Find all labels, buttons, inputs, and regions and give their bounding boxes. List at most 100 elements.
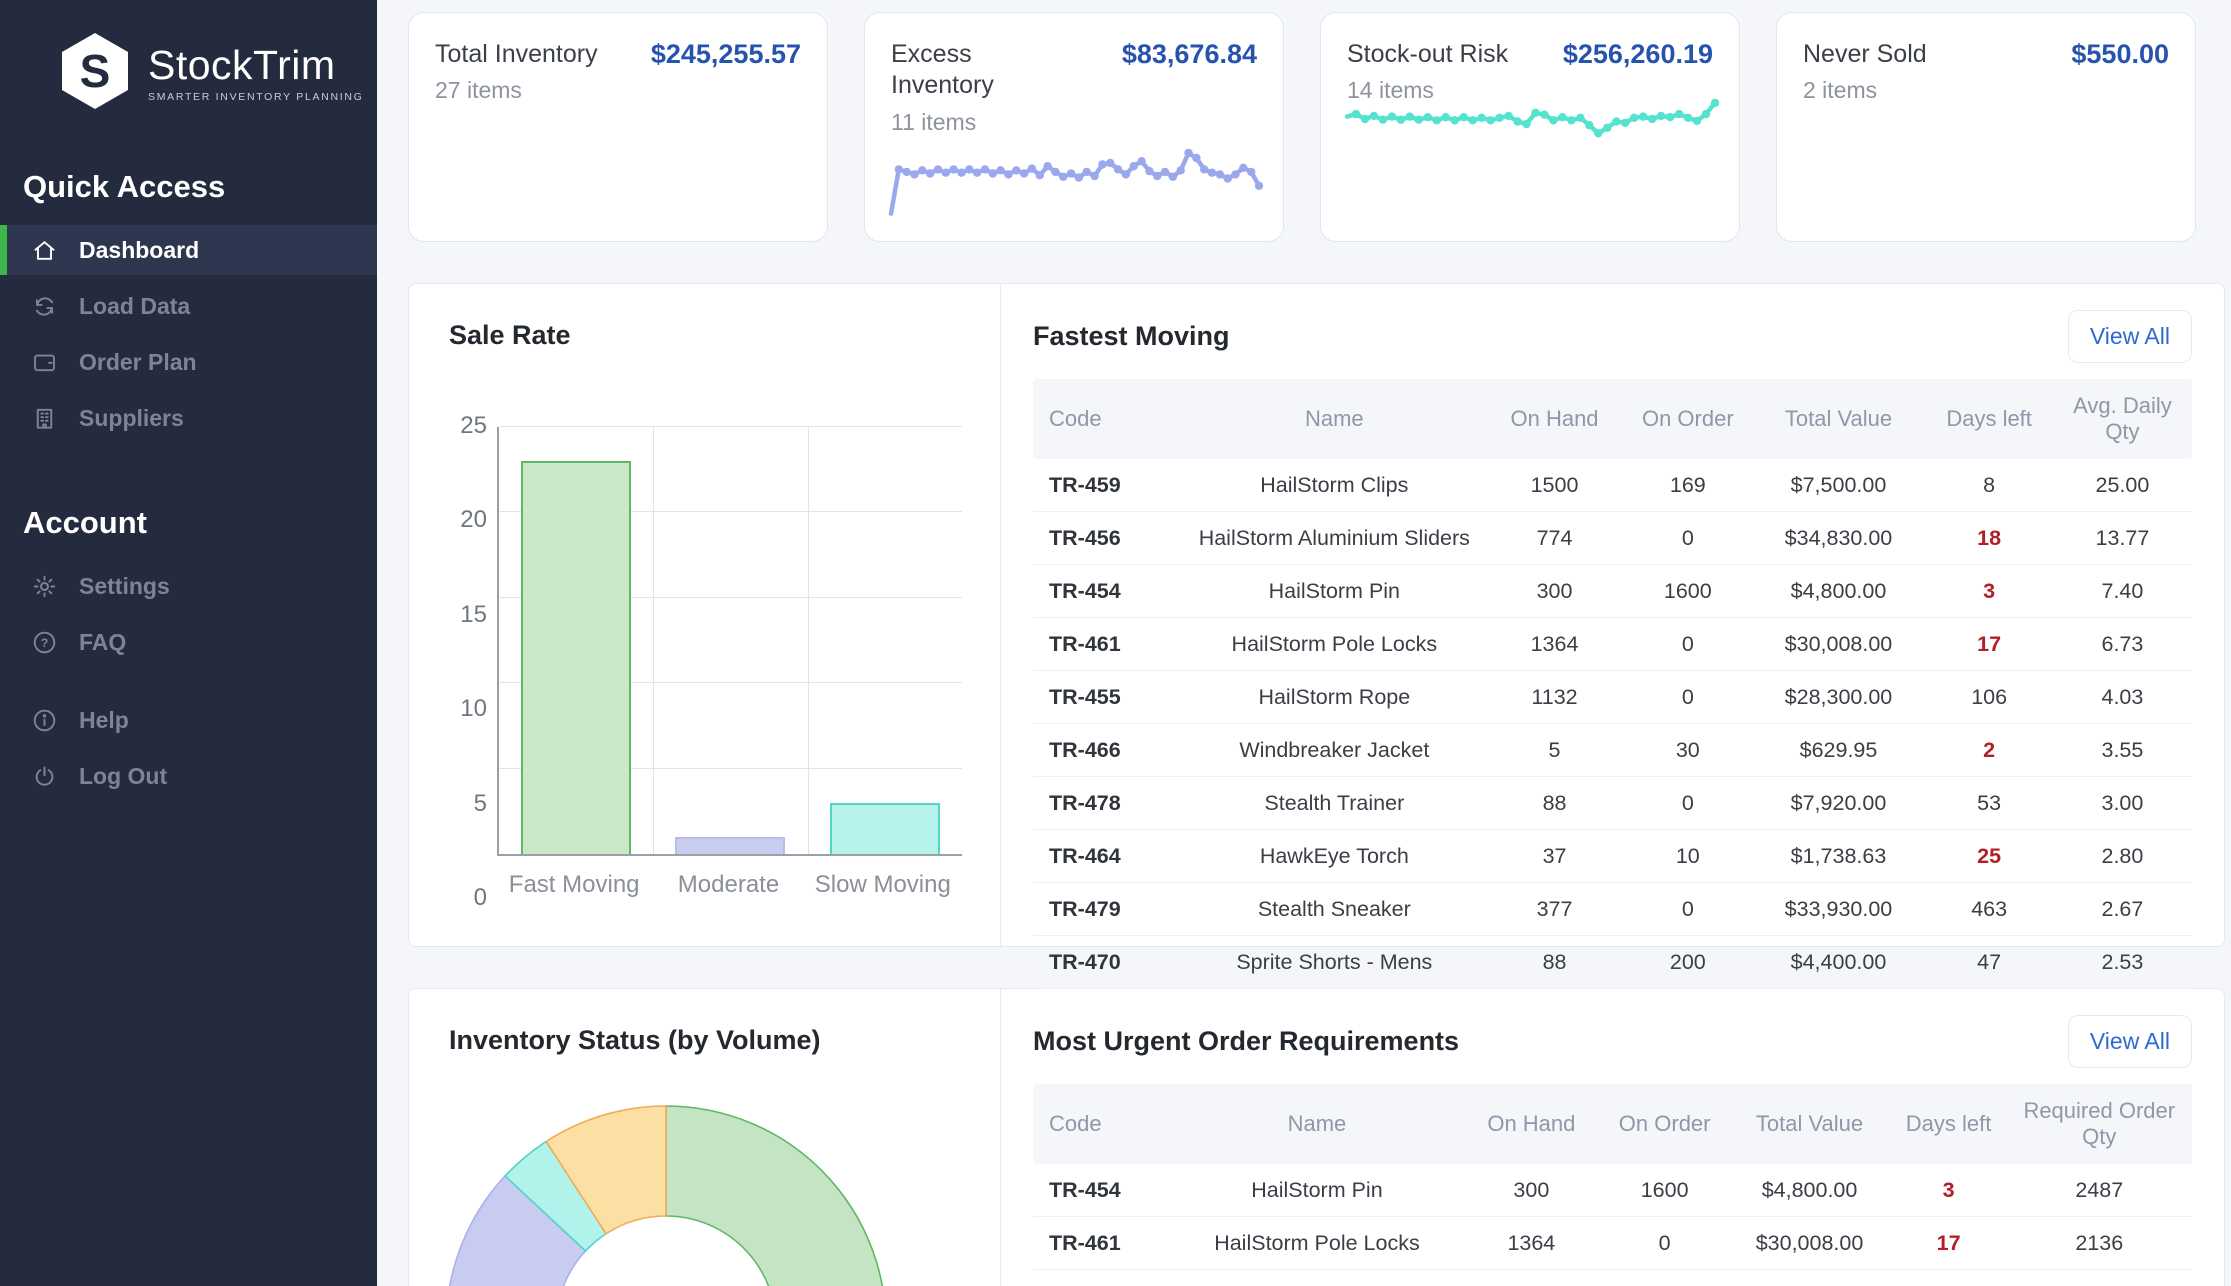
gear-icon xyxy=(31,573,58,600)
cell-total-value: $33,930.00 xyxy=(1751,882,1926,936)
sidebar-item-log-out[interactable]: Log Out xyxy=(0,751,377,801)
column-header: Code xyxy=(1033,1084,1173,1164)
card-title: Stock-out Risk xyxy=(1347,40,1509,68)
sale-rate-and-fastest-moving-panel: Sale Rate 0 5 10 15 20 25 Fast Moving Moderate… xyxy=(408,283,2225,989)
table-row[interactable]: TR-454 HailStorm Pin 300 1600 $4,800.00 3 2487 xyxy=(1033,1164,2192,1217)
cell-days-left: 463 xyxy=(1925,882,2053,936)
cell-code: TR-470 xyxy=(1033,935,1184,989)
cell-name: Windbreaker Jacket xyxy=(1183,723,1485,777)
table-row[interactable]: TR-478 Stealth Trainer 88 0 $7,920.00 53 3.00 xyxy=(1033,776,2192,830)
cell-avg-daily-qty: 6.73 xyxy=(2052,617,2192,671)
card-item-count: 2 items xyxy=(1803,77,1878,104)
table-row[interactable]: TR-454 HailStorm Pin 300 1600 $4,800.00 3 7.40 xyxy=(1033,564,2192,618)
cell-days-left: 25 xyxy=(1925,829,2053,883)
home-icon xyxy=(31,237,58,264)
table-row[interactable]: TR-461 HailStorm Pole Locks 1364 0 $30,008.0… xyxy=(1033,1216,2192,1270)
table-row[interactable]: TR-458HailStorm Rafters680$1,904.003899 xyxy=(1033,1269,2192,1286)
column-header: On Hand xyxy=(1461,1084,1601,1164)
cell-days-left: 47 xyxy=(1925,935,2053,989)
sidebar-item-label: Log Out xyxy=(79,762,168,789)
inventory-status-donut-chart xyxy=(448,1105,884,1286)
sidebar-item-faq[interactable]: ? FAQ xyxy=(0,617,377,667)
bar-category-label: Fast Moving xyxy=(508,871,640,898)
table-row[interactable]: TR-464 HawkEye Torch 37 10 $1,738.63 25 2.80 xyxy=(1033,829,2192,883)
cell-total-value: $28,300.00 xyxy=(1751,670,1926,724)
column-header: On Order xyxy=(1600,1084,1729,1164)
column-header: Required Order Qty xyxy=(2006,1084,2192,1164)
cell-total-value: $1,738.63 xyxy=(1751,829,1926,883)
column-header: Total Value xyxy=(1728,1084,1891,1164)
summary-card-never-sold: Never Sold 2 items $550.00 xyxy=(1776,12,2196,242)
cell-on-hand: 68 xyxy=(1461,1269,1601,1286)
cell-on-hand: 1132 xyxy=(1484,670,1625,724)
sidebar: S StockTrim SMARTER INVENTORY PLANNING Q… xyxy=(0,0,377,1286)
table-row[interactable]: TR-456 HailStorm Aluminium Sliders 774 0 $34… xyxy=(1033,511,2192,565)
sidebar-item-settings[interactable]: Settings xyxy=(0,561,377,611)
fastest-moving-view-all-button[interactable]: View All xyxy=(2067,310,2192,363)
urgent-orders-view-all-button[interactable]: View All xyxy=(2067,1015,2192,1068)
table-row[interactable]: TR-470 Sprite Shorts - Mens 88 200 $4,400.00… xyxy=(1033,935,2192,989)
urgent-orders-table: Code Name On Hand On Order Total Value Days l… xyxy=(1033,1084,2192,1286)
power-icon xyxy=(31,763,58,790)
cell-on-order: 200 xyxy=(1624,935,1752,989)
cell-code: TR-478 xyxy=(1033,776,1184,830)
summary-cards-row: Total Inventory 27 items $245,255.57 Excess… xyxy=(408,12,2225,242)
nav-section-heading: Quick Access xyxy=(23,169,226,204)
card-value: $256,260.19 xyxy=(1562,39,1713,69)
cell-code: TR-458 xyxy=(1033,1269,1173,1286)
sidebar-item-help[interactable]: Help xyxy=(0,695,377,745)
brand-name: StockTrim xyxy=(148,42,336,89)
cell-on-order: 0 xyxy=(1624,617,1752,671)
cell-on-hand: 5 xyxy=(1484,723,1625,777)
sidebar-nav: Quick Access Dashboard Load Data Order Plan… xyxy=(0,169,377,801)
stockout-spark-chart xyxy=(1344,93,1720,155)
cell-on-hand: 1364 xyxy=(1461,1216,1601,1270)
cell-avg-daily-qty: 2.67 xyxy=(2052,882,2192,936)
table-row[interactable]: TR-459 HailStorm Clips 1500 169 $7,500.00 8 25… xyxy=(1033,459,2192,512)
cell-avg-daily-qty: 13.77 xyxy=(2052,511,2192,565)
table-row[interactable]: TR-479 Stealth Sneaker 377 0 $33,930.00 463 2.… xyxy=(1033,882,2192,936)
cell-on-order: 169 xyxy=(1624,459,1752,512)
column-header: On Hand xyxy=(1484,379,1625,459)
cell-name: HailStorm Rafters xyxy=(1172,1269,1462,1286)
sidebar-item-label: Dashboard xyxy=(79,236,200,263)
cell-name: HailStorm Pole Locks xyxy=(1172,1216,1462,1270)
cell-total-value: $7,500.00 xyxy=(1751,459,1926,512)
cell-total-value: $7,920.00 xyxy=(1751,776,1926,830)
sidebar-item-label: FAQ xyxy=(79,628,127,655)
cell-on-order: 1600 xyxy=(1624,564,1752,618)
cell-required-order-qty: 2487 xyxy=(2006,1164,2192,1217)
cell-total-value: $4,800.00 xyxy=(1728,1164,1891,1217)
column-header: Avg. Daily Qty xyxy=(2052,379,2192,459)
main-content: Total Inventory 27 items $245,255.57 Excess… xyxy=(377,0,2231,1286)
bar-category-label: Moderate xyxy=(677,871,780,898)
cell-code: TR-466 xyxy=(1033,723,1184,777)
cell-on-order: 0 xyxy=(1624,776,1752,830)
urgent-orders-title: Most Urgent Order Requirements xyxy=(1033,1026,1460,1056)
brand: S StockTrim SMARTER INVENTORY PLANNING xyxy=(0,0,377,117)
sidebar-item-order-plan[interactable]: Order Plan xyxy=(0,337,377,387)
bar-chart-x-axis: Fast Moving Moderate Slow Moving xyxy=(497,871,960,899)
question-circle-icon: ? xyxy=(31,629,58,656)
cell-on-order: 0 xyxy=(1624,511,1752,565)
cell-total-value: $629.95 xyxy=(1751,723,1926,777)
cell-code: TR-461 xyxy=(1033,1216,1173,1270)
cell-avg-daily-qty: 2.80 xyxy=(2052,829,2192,883)
cell-required-order-qty: 2136 xyxy=(2006,1216,2192,1270)
cell-days-left: 8 xyxy=(1925,459,2053,512)
card-value: $245,255.57 xyxy=(650,39,801,69)
column-header: Name xyxy=(1183,379,1485,459)
cell-on-order: 1600 xyxy=(1600,1164,1729,1217)
sidebar-item-suppliers[interactable]: Suppliers xyxy=(0,393,377,443)
cell-code: TR-479 xyxy=(1033,882,1184,936)
table-row[interactable]: TR-461 HailStorm Pole Locks 1364 0 $30,008.0… xyxy=(1033,617,2192,671)
cell-code: TR-455 xyxy=(1033,670,1184,724)
sidebar-item-dashboard[interactable]: Dashboard xyxy=(0,225,377,275)
sidebar-item-load-data[interactable]: Load Data xyxy=(0,281,377,331)
table-row[interactable]: TR-466 Windbreaker Jacket 5 30 $629.95 2 3.55 xyxy=(1033,723,2192,777)
info-circle-icon xyxy=(31,707,58,734)
card-value: $83,676.84 xyxy=(1121,39,1257,69)
table-row[interactable]: TR-455 HailStorm Rope 1132 0 $28,300.00 106 4.… xyxy=(1033,670,2192,724)
bar-moderate xyxy=(675,836,786,854)
cell-avg-daily-qty: 7.40 xyxy=(2052,564,2192,618)
